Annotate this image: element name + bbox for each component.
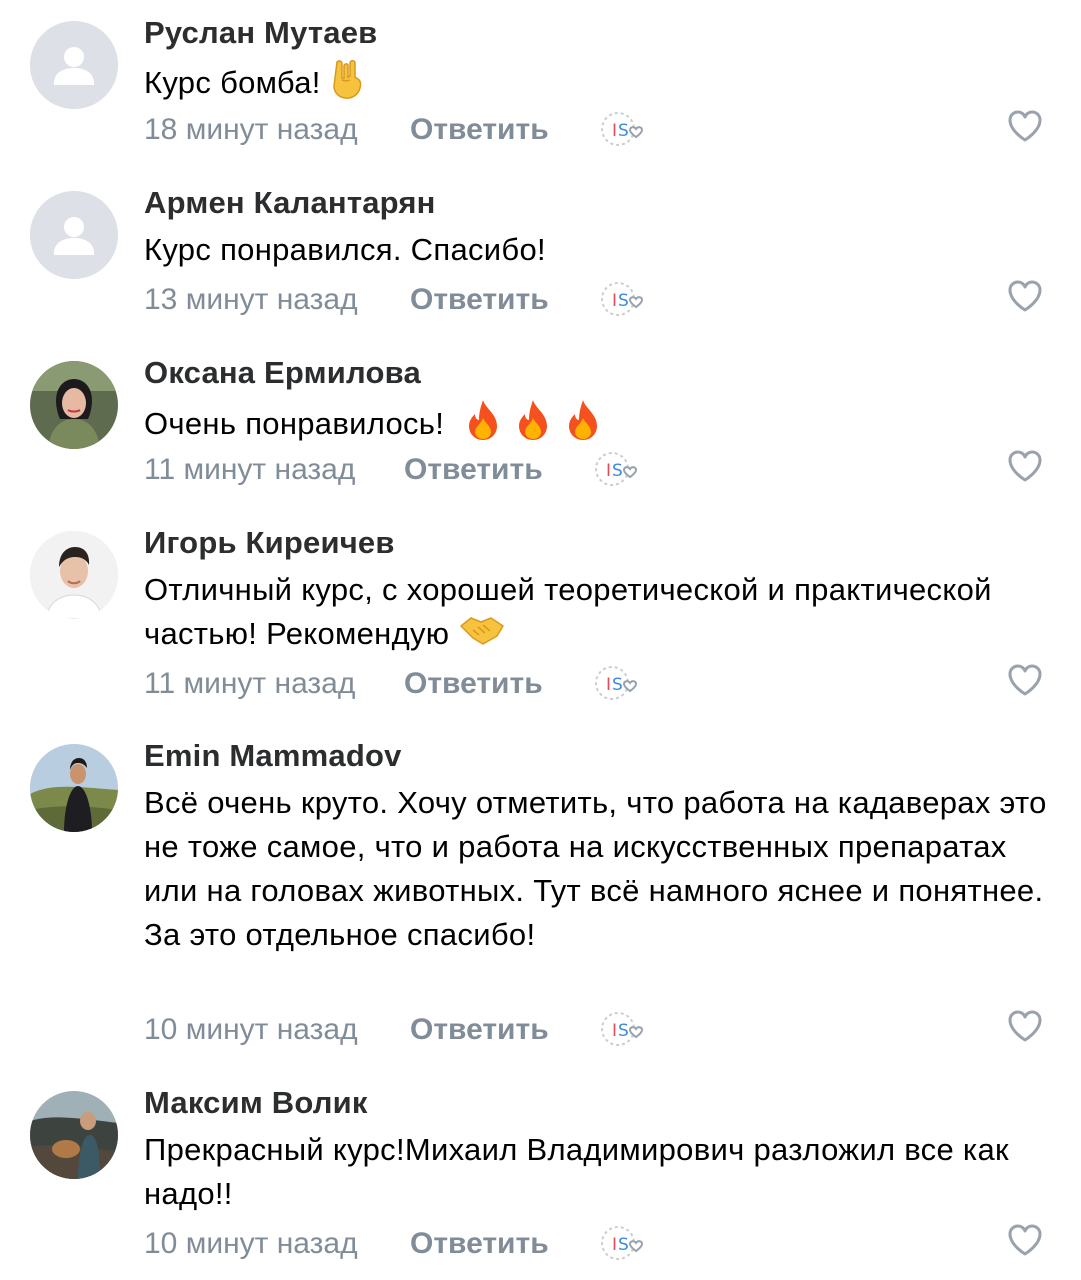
comment-text-body: Отличный курс, с хорошей теоретической и… — [144, 572, 992, 652]
like-icon[interactable] — [1006, 1221, 1044, 1259]
svg-text:S: S — [618, 1235, 629, 1255]
reply-button[interactable]: Ответить — [410, 1227, 549, 1261]
reply-button[interactable]: Ответить — [404, 453, 543, 487]
comment-meta: 11 минут назад Ответить I S — [144, 450, 1054, 493]
comment-text: Всё очень круто. Хочу отметить, что рабо… — [144, 781, 1054, 957]
rock-hand-icon — [331, 58, 367, 112]
author-name[interactable]: Руслан Мутаев — [144, 15, 377, 51]
reply-button[interactable]: Ответить — [410, 113, 549, 147]
comment-time[interactable]: 10 минут назад — [144, 1013, 358, 1047]
reply-button[interactable]: Ответить — [410, 283, 549, 317]
svg-text:I: I — [612, 1021, 617, 1041]
author-name[interactable]: Emin Mammadov — [144, 738, 402, 774]
reaction-icon[interactable]: I S — [594, 663, 646, 703]
like-icon[interactable] — [1006, 1007, 1044, 1045]
comment-text: Отличный курс, с хорошей теоретической и… — [144, 568, 1054, 660]
reaction-icon[interactable]: I S — [600, 1223, 652, 1263]
comment-text: Курс понравился. Спасибо! — [144, 228, 1054, 272]
comment-text: Курс бомба! — [144, 58, 1054, 112]
reaction-icon[interactable]: I S — [594, 449, 646, 489]
avatar[interactable] — [30, 361, 118, 449]
comment-meta: 18 минут назад Ответить I S — [144, 110, 1054, 153]
author-name[interactable]: Игорь Киреичев — [144, 525, 395, 561]
comment-text-body: Курс бомба! — [144, 65, 321, 101]
author-name[interactable]: Максим Волик — [144, 1085, 368, 1121]
author-name[interactable]: Армен Калантарян — [144, 185, 436, 221]
svg-text:I: I — [606, 461, 611, 481]
author-name[interactable]: Оксана Ермилова — [144, 355, 421, 391]
user-placeholder-icon — [30, 21, 118, 109]
comment-meta: 11 минут назад Ответить I S — [144, 664, 1054, 707]
reaction-icon[interactable]: I S — [600, 279, 652, 319]
handshake-icon — [459, 612, 505, 660]
fire-icon — [513, 398, 553, 454]
comment-text-body: Прекрасный курс!Михаил Владимирович разл… — [144, 1132, 1009, 1211]
avatar[interactable] — [30, 1091, 118, 1179]
comment-meta: 10 минут назад Ответить I S — [144, 1010, 1054, 1053]
comment-time[interactable]: 10 минут назад — [144, 1227, 358, 1261]
comment-meta: 10 минут назад Ответить I S — [144, 1224, 1054, 1267]
comment-text: Прекрасный курс!Михаил Владимирович разл… — [144, 1128, 1054, 1216]
reply-button[interactable]: Ответить — [410, 1013, 549, 1047]
reaction-icon[interactable]: I S — [600, 1009, 652, 1049]
avatar[interactable] — [30, 191, 118, 279]
like-icon[interactable] — [1006, 107, 1044, 145]
svg-text:S: S — [612, 461, 623, 481]
svg-text:S: S — [618, 1021, 629, 1041]
comment-time[interactable]: 11 минут назад — [144, 453, 355, 487]
fire-icon — [563, 398, 603, 454]
avatar[interactable] — [30, 744, 118, 832]
svg-text:I: I — [606, 675, 611, 695]
comment-text: Очень понравилось! — [144, 398, 1054, 454]
user-placeholder-icon — [30, 191, 118, 279]
user-photo — [30, 361, 118, 449]
comment-text-body: Очень понравилось! — [144, 406, 445, 442]
comment-text-body: Курс понравился. Спасибо! — [144, 232, 546, 267]
svg-text:S: S — [618, 121, 629, 141]
like-icon[interactable] — [1006, 661, 1044, 699]
svg-text:S: S — [612, 675, 623, 695]
avatar[interactable] — [30, 531, 118, 619]
comment-time[interactable]: 13 минут назад — [144, 283, 358, 317]
user-photo — [30, 531, 118, 619]
reply-button[interactable]: Ответить — [404, 667, 543, 701]
reaction-icon[interactable]: I S — [600, 109, 652, 149]
user-photo — [30, 1091, 118, 1179]
like-icon[interactable] — [1006, 277, 1044, 315]
comment-time[interactable]: 18 минут назад — [144, 113, 358, 147]
comment-text-body: Всё очень круто. Хочу отметить, что рабо… — [144, 785, 1047, 952]
comment-time[interactable]: 11 минут назад — [144, 667, 355, 701]
user-photo — [30, 744, 118, 832]
svg-text:I: I — [612, 121, 617, 141]
fire-icon — [463, 398, 503, 454]
comment-meta: 13 минут назад Ответить I S — [144, 280, 1054, 323]
avatar[interactable] — [30, 21, 118, 109]
svg-text:I: I — [612, 1235, 617, 1255]
like-icon[interactable] — [1006, 447, 1044, 485]
svg-text:S: S — [618, 291, 629, 311]
svg-text:I: I — [612, 291, 617, 311]
